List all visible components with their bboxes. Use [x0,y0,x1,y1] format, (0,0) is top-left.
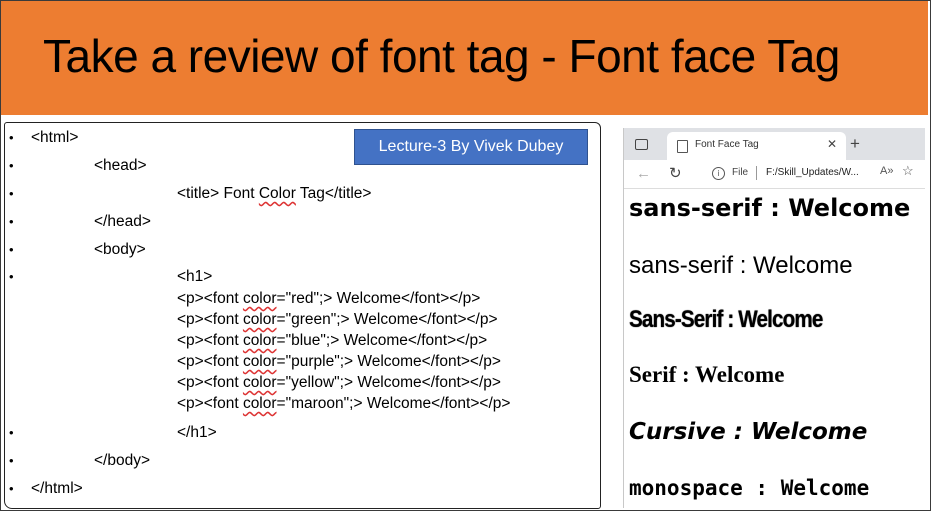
welcome-sans-serif: sans-serif : Welcome [629,252,853,279]
code-p-line: <p><font color="blue";> Welcome</font></… [177,332,487,350]
code-html-open: <html> [31,129,79,146]
bullet: • [9,242,14,257]
read-aloud-icon[interactable]: A» [880,165,893,177]
code-p-attr: color [242,374,277,391]
code-p-post: ="blue";> Welcome</font></p> [276,332,488,349]
browser-window: Font Face Tag ✕ + ← ↻ i File F:/Skill_Up… [623,128,925,508]
file-label: File [732,167,749,178]
code-p-pre: <p><font [177,311,243,328]
bullet: • [9,481,14,496]
code-h1-close: </h1> [177,424,217,441]
code-p-attr: color [242,332,277,349]
welcome-sans-serif-condensed: Sans-Serif : Welcome [629,306,823,333]
lecture-badge: Lecture-3 By Vivek Dubey [354,129,588,165]
bullet: • [9,158,14,173]
code-p-line: <p><font color="green";> Welcome</font><… [177,311,498,329]
welcome-serif: Serif : Welcome [629,362,785,387]
code-p-pre: <p><font [177,395,243,412]
code-title-open: <title> Font [177,185,259,202]
tab-title: Font Face Tag [695,139,759,150]
code-head-close: </head> [94,213,151,230]
code-title-close: Tag</title> [295,185,372,202]
bullet: • [9,214,14,229]
url-field[interactable]: F:/Skill_Updates/W... [766,167,859,178]
welcome-sans-serif-bold: sans-serif : Welcome [629,194,911,222]
page-icon [677,140,688,153]
code-body-open: <body> [94,241,146,258]
bullet: • [9,453,14,468]
code-p-post: ="yellow";> Welcome</font></p> [276,374,501,391]
close-tab-icon[interactable]: ✕ [827,137,837,151]
code-p-line: <p><font color="maroon";> Welcome</font>… [177,395,510,413]
back-icon[interactable]: ← [636,165,651,182]
slide-title: Take a review of font tag - Font face Ta… [43,30,840,82]
title-banner: Take a review of font tag - Font face Ta… [1,1,928,115]
welcome-cursive: Cursive : Welcome [629,419,868,445]
refresh-icon[interactable]: ↻ [669,164,682,182]
code-html-close: </html> [31,480,83,497]
welcome-monospace: monospace : Welcome [629,476,870,500]
address-bar: ← ↻ i File F:/Skill_Updates/W... A» ☆ [624,160,925,189]
bullet: • [9,186,14,201]
tab-actions-icon[interactable] [635,139,648,150]
code-p-post: ="purple";> Welcome</font></p> [276,353,501,370]
code-title-line: <title> Font Color Tag</title> [177,185,371,203]
new-tab-icon[interactable]: + [850,134,860,154]
favorites-icon[interactable]: ☆ [902,163,914,179]
code-h1-open: <h1> [177,268,213,285]
code-p-line: <p><font color="purple";> Welcome</font>… [177,353,501,371]
code-head-open: <head> [94,157,147,174]
code-p-attr: color [242,290,277,307]
bullet: • [9,130,14,145]
code-p-attr: color [242,311,277,328]
code-p-pre: <p><font [177,353,243,370]
code-p-pre: <p><font [177,374,243,391]
code-p-attr: color [242,395,277,412]
bullet: • [9,269,14,284]
tab-font-face-tag[interactable]: Font Face Tag ✕ [667,132,846,160]
code-p-pre: <p><font [177,332,243,349]
code-body-close: </body> [94,452,151,469]
info-icon[interactable]: i [712,167,725,180]
tab-bar: Font Face Tag ✕ + [624,128,925,160]
code-p-pre: <p><font [177,290,243,307]
address-divider [756,166,757,180]
code-p-post: ="green";> Welcome</font></p> [276,311,498,328]
code-title-word: Color [258,185,296,202]
code-p-post: ="maroon";> Welcome</font></p> [276,395,511,412]
code-p-attr: color [242,353,277,370]
code-p-post: ="red";> Welcome</font></p> [276,290,481,307]
code-p-line: <p><font color="yellow";> Welcome</font>… [177,374,501,392]
code-p-line: <p><font color="red";> Welcome</font></p… [177,290,480,308]
bullet: • [9,425,14,440]
